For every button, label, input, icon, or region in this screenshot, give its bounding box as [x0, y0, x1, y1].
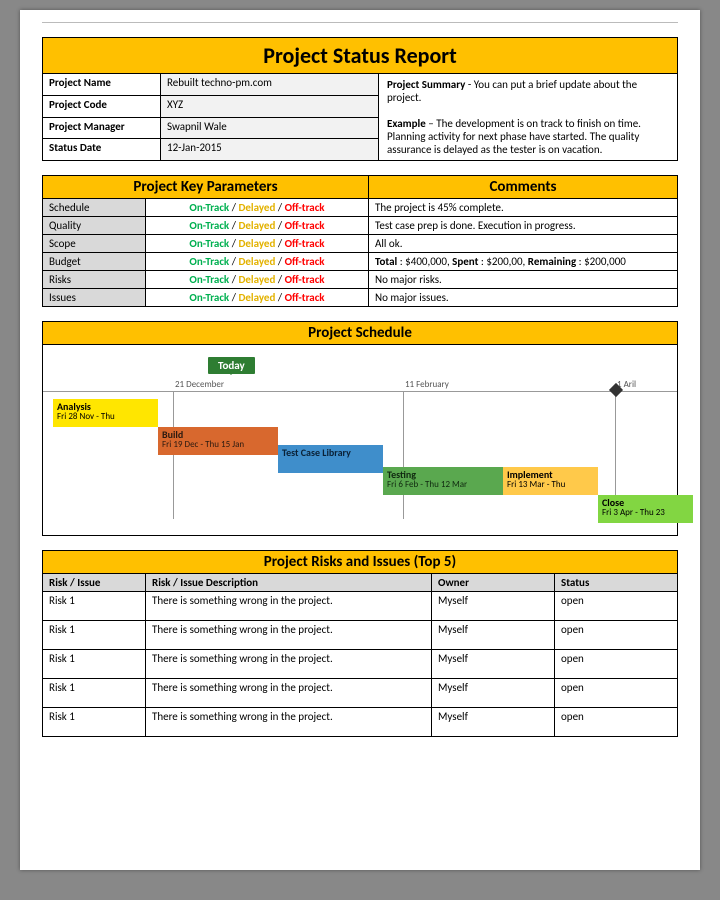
kp-head-right: Comments: [369, 176, 678, 199]
schedule-chart: 21 December11 February1 ArilTodayAnalysi…: [43, 345, 678, 536]
risk-id: Risk 1: [43, 621, 146, 650]
summary-label: Project Summary: [387, 78, 465, 91]
risk-status: open: [555, 621, 678, 650]
risk-id: Risk 1: [43, 708, 146, 737]
kp-name: Issues: [43, 289, 146, 307]
kp-comment: No major issues.: [369, 289, 678, 307]
kp-comment: Test case prep is done. Execution in pro…: [369, 217, 678, 235]
risks-table: Project Risks and Issues (Top 5) Risk / …: [42, 550, 678, 737]
gantt-bar: BuildFri 19 Dec - Thu 15 Jan: [158, 427, 278, 455]
project-summary-cell: Project Summary - You can put a brief up…: [379, 74, 678, 161]
axis-label: 21 December: [175, 379, 224, 390]
schedule-table: Project Schedule 21 December11 February1…: [42, 321, 678, 536]
report-title: Project Status Report: [43, 38, 678, 74]
key-parameters-table: Project Key Parameters Comments Schedule…: [42, 175, 678, 307]
kp-status: On-Track / Delayed / Off-track: [146, 289, 369, 307]
risk-desc: There is something wrong in the project.: [146, 592, 432, 621]
gantt-bar: TestingFri 6 Feb - Thu 12 Mar: [383, 467, 503, 495]
kp-name: Budget: [43, 253, 146, 271]
risk-owner: Myself: [432, 650, 555, 679]
risks-col-0: Risk / Issue: [43, 574, 146, 592]
kp-comment: All ok.: [369, 235, 678, 253]
label-project-manager: Project Manager: [43, 117, 161, 139]
kp-head-left: Project Key Parameters: [43, 176, 369, 199]
risk-status: open: [555, 592, 678, 621]
top-rule: [42, 22, 678, 31]
axis-label: 11 February: [405, 379, 449, 390]
risk-owner: Myself: [432, 708, 555, 737]
status-header-table: Project Status Report Project Name Rebui…: [42, 37, 678, 161]
kp-comment: Total : $400,000, Spent : $200,00, Remai…: [369, 253, 678, 271]
kp-name: Risks: [43, 271, 146, 289]
risk-id: Risk 1: [43, 592, 146, 621]
risk-id: Risk 1: [43, 650, 146, 679]
gantt-bar: Test Case Library: [278, 445, 383, 473]
risk-status: open: [555, 679, 678, 708]
risk-desc: There is something wrong in the project.: [146, 650, 432, 679]
risk-status: open: [555, 708, 678, 737]
value-project-name: Rebuilt techno-pm.com: [161, 74, 379, 96]
gantt-bar: AnalysisFri 28 Nov - Thu: [53, 399, 158, 427]
label-project-code: Project Code: [43, 95, 161, 117]
kp-comment: The project is 45% complete.: [369, 199, 678, 217]
kp-status: On-Track / Delayed / Off-track: [146, 199, 369, 217]
risks-title: Project Risks and Issues (Top 5): [43, 551, 678, 574]
example-label: Example: [387, 117, 426, 130]
risk-desc: There is something wrong in the project.: [146, 708, 432, 737]
document-page: Project Status Report Project Name Rebui…: [20, 10, 700, 870]
risk-owner: Myself: [432, 592, 555, 621]
risk-id: Risk 1: [43, 679, 146, 708]
kp-comment: No major risks.: [369, 271, 678, 289]
gantt-bar: CloseFri 3 Apr - Thu 23: [598, 495, 693, 523]
risks-col-2: Owner: [432, 574, 555, 592]
risks-col-1: Risk / Issue Description: [146, 574, 432, 592]
kp-name: Quality: [43, 217, 146, 235]
kp-status: On-Track / Delayed / Off-track: [146, 235, 369, 253]
value-project-code: XYZ: [161, 95, 379, 117]
schedule-title: Project Schedule: [43, 322, 678, 345]
risk-owner: Myself: [432, 679, 555, 708]
risk-status: open: [555, 650, 678, 679]
risk-owner: Myself: [432, 621, 555, 650]
risk-desc: There is something wrong in the project.: [146, 621, 432, 650]
kp-status: On-Track / Delayed / Off-track: [146, 217, 369, 235]
label-status-date: Status Date: [43, 139, 161, 161]
kp-name: Scope: [43, 235, 146, 253]
example-text: – The development is on track to finish …: [387, 117, 641, 156]
today-marker: Today: [208, 357, 255, 374]
risk-desc: There is something wrong in the project.: [146, 679, 432, 708]
risks-col-3: Status: [555, 574, 678, 592]
value-project-manager: Swapnil Wale: [161, 117, 379, 139]
kp-status: On-Track / Delayed / Off-track: [146, 271, 369, 289]
kp-status: On-Track / Delayed / Off-track: [146, 253, 369, 271]
value-status-date: 12-Jan-2015: [161, 139, 379, 161]
label-project-name: Project Name: [43, 74, 161, 96]
gantt-bar: ImplementFri 13 Mar - Thu: [503, 467, 598, 495]
kp-name: Schedule: [43, 199, 146, 217]
